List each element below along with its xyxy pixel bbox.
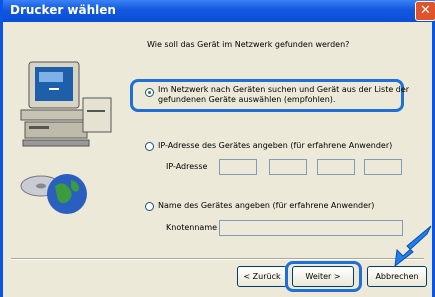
ip-octet-1-field[interactable] (219, 159, 257, 175)
ip-address-option-label: IP-Adresse des Gerätes angeben (für erfa… (158, 141, 393, 150)
close-button[interactable]: ✕ (415, 1, 435, 21)
ip-octet-4-field[interactable] (364, 159, 402, 175)
title-bar: Drucker wählen ✕ (3, 0, 435, 22)
separator-line (11, 258, 424, 260)
back-button[interactable]: < Zurück (237, 266, 287, 287)
node-name-label: Knotenname (166, 223, 218, 232)
ip-address-label: IP-Adresse (166, 162, 208, 171)
window-title: Drucker wählen (10, 3, 116, 17)
ip-octet-2-field[interactable] (269, 159, 307, 175)
question-text: Wie soll das Gerät im Netzwerk gefunden … (147, 40, 350, 49)
computer-network-illustration (20, 61, 112, 214)
ip-octet-3-field[interactable] (317, 159, 355, 175)
node-name-radio[interactable] (145, 202, 154, 211)
node-name-option-label: Name des Gerätes angeben (für erfahrene … (158, 201, 375, 210)
ip-address-radio[interactable] (145, 142, 154, 151)
search-network-radio[interactable] (145, 88, 154, 97)
search-network-label-line1: Im Netzwerk nach Geräten suchen und Gerä… (158, 85, 410, 94)
pointer-arrow-icon (394, 225, 432, 268)
next-button[interactable]: Weiter > (292, 266, 354, 287)
dialog-window: Drucker wählen ✕ Wie soll das Gerät im N… (0, 0, 435, 297)
search-network-label-line2: gefundenen Geräte auswählen (empfohlen). (158, 95, 336, 104)
node-name-field[interactable] (219, 220, 403, 236)
